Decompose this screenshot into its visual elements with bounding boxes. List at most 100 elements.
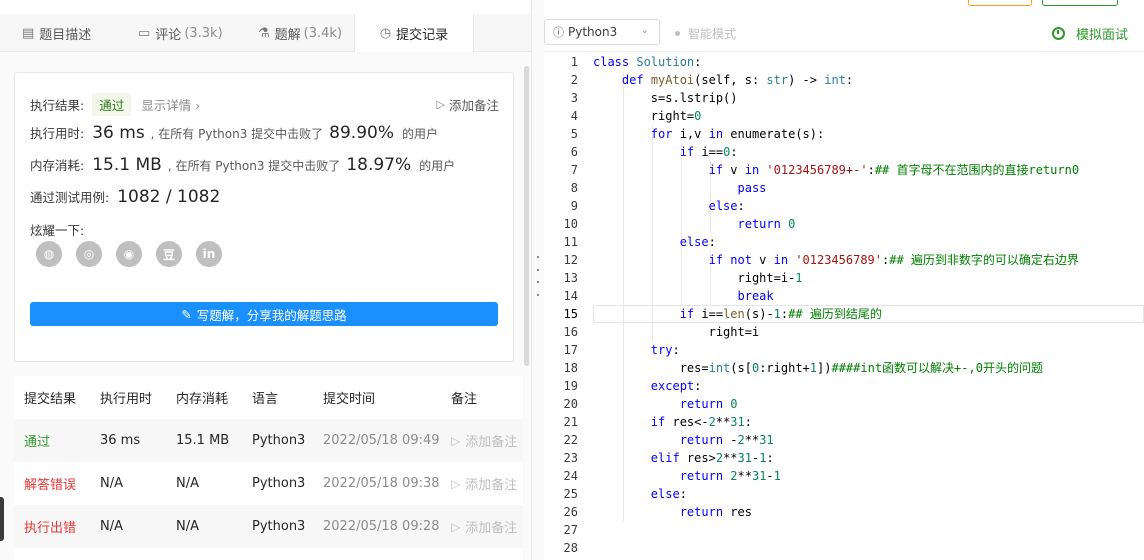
line-number: 15	[563, 307, 578, 321]
line-number: 6	[570, 145, 578, 159]
share-label: 炫耀一下:	[30, 223, 85, 238]
submission-result-card: 执行结果: 通过 显示详情 › ▷ 添加备注 执行用时: 36 ms , 在所有…	[14, 72, 514, 362]
code-line[interactable]: right=i-1	[593, 269, 802, 287]
tab-solutions-label: 题解	[274, 27, 301, 43]
linkedin-icon[interactable]: in	[196, 241, 222, 267]
tab-description[interactable]: ▤ 题目描述	[22, 14, 91, 52]
share-icons: ◍ ◎ ◉ 豆 in	[36, 241, 222, 267]
line-number: 7	[570, 163, 578, 177]
code-line[interactable]: break	[593, 287, 774, 305]
code-token: :	[694, 379, 702, 393]
code-line[interactable]: class Solution:	[593, 53, 701, 71]
smart-mode-toggle[interactable]: 智能模式	[675, 25, 736, 42]
code-line[interactable]: elif res>2**31-1:	[593, 449, 774, 467]
table-row[interactable]: 执行出错 N/A N/A Python3 2022/05/18 09:28 ▷ 添加备注	[14, 505, 523, 548]
code-token: :	[845, 73, 854, 87]
code-line[interactable]: for i,v in enumerate(s):	[593, 125, 824, 143]
divider-grip-icon[interactable]	[537, 256, 539, 296]
code-line[interactable]: return res	[593, 503, 752, 521]
code-line[interactable]: if not v in '0123456789':## 遍历到非数字的可以确定右…	[593, 251, 1079, 269]
code-line[interactable]: return 2**31-1	[593, 467, 781, 485]
tab-solutions[interactable]: ⚗ 题解 (3.4k)	[258, 14, 342, 52]
code-line[interactable]: def myAtoi(self, s: str) -> int:	[593, 71, 853, 89]
code-token: if	[708, 163, 731, 177]
language-select[interactable]: ⓘ Python3 ⌄	[544, 19, 660, 45]
code-token: right=	[593, 109, 695, 123]
weibo-icon[interactable]: ◎	[76, 241, 102, 267]
tab-solutions-count: (3.4k)	[303, 25, 343, 41]
code-token: break	[737, 289, 774, 303]
code-token: -	[766, 469, 774, 483]
code-line[interactable]: if v in '0123456789+-':## 首字母不在范围内的直接ret…	[593, 161, 1079, 179]
code-line[interactable]: return 0	[593, 215, 796, 233]
table-row[interactable]: 通过 36 ms 15.1 MB Python3 2022/05/18 09:49 ▷ 添加…	[14, 419, 523, 462]
mock-interview-button[interactable]: 模拟面试	[1051, 24, 1128, 43]
code-line[interactable]: else:	[593, 485, 687, 503]
code-line[interactable]: res=int(s[0:right+1])####int函数可以解决+-,0开头…	[593, 359, 1043, 377]
code-token: (s)-	[744, 307, 774, 321]
code-line[interactable]: return 0	[593, 395, 738, 413]
code-editor[interactable]: 1 2 3 4 5 6 7 8 9 10 11 12 13 14 15 16 17 18 19 20 21 22 23 24 2…	[544, 52, 1144, 560]
side-handle[interactable]	[0, 497, 4, 541]
code-token: (s[	[730, 361, 752, 375]
tab-submissions[interactable]: ◷ 提交记录	[354, 14, 474, 52]
douban-icon[interactable]: 豆	[156, 241, 182, 267]
add-note-label: 添加备注	[448, 98, 499, 113]
wechat-icon[interactable]: ◍	[36, 241, 62, 267]
code-token: return	[679, 397, 731, 411]
code-token: in	[708, 127, 731, 141]
add-note-cell[interactable]: ▷ 添加备注	[451, 431, 517, 451]
pencil-icon: ✎	[181, 306, 192, 322]
code-line[interactable]: right=i	[593, 323, 760, 341]
code-line[interactable]: return -2**31	[593, 431, 774, 449]
table-row[interactable]: 解答错误 N/A N/A Python3 2022/05/18 09:38 ▷ 添加备注	[14, 462, 523, 505]
code-token: i==	[701, 145, 724, 159]
code-token: ])	[817, 361, 832, 375]
result-cell[interactable]: 解答错误	[24, 474, 76, 493]
code-line[interactable]: if res<-2**31:	[593, 413, 752, 431]
code-token: 1	[809, 361, 818, 375]
result-cell[interactable]: 执行出错	[24, 517, 76, 536]
code-line[interactable]: try:	[593, 341, 680, 359]
code-token: return	[679, 433, 731, 447]
code-line[interactable]: pass	[593, 179, 767, 197]
add-note-cell[interactable]: ▷ 添加备注	[451, 517, 517, 537]
qq-icon[interactable]: ◉	[116, 241, 142, 267]
top-button-green[interactable]	[1042, 0, 1118, 6]
code-token: right=i-	[593, 271, 796, 285]
line-number: 11	[563, 235, 578, 249]
write-solution-label: 写题解，分享我的解题思路	[196, 307, 347, 323]
code-line[interactable]: else:	[593, 233, 716, 251]
result-cell[interactable]: 通过	[24, 431, 50, 450]
tab-comments-count: (3.3k)	[184, 25, 223, 41]
code-token: 1	[773, 307, 781, 321]
memory-label: 内存消耗:	[30, 158, 85, 173]
show-details-link[interactable]: 显示详情 ›	[141, 95, 200, 114]
code-line[interactable]: if i==0:	[593, 143, 738, 161]
code-area[interactable]: class Solution: def myAtoi(self, s: str)…	[593, 52, 1144, 560]
add-note-cell[interactable]: ▷ 添加备注	[451, 474, 517, 494]
code-line[interactable]: right=0	[593, 107, 702, 125]
code-token: -	[730, 433, 738, 447]
line-number: 27	[563, 523, 578, 537]
code-line[interactable]: s=s.lstrip()	[593, 89, 738, 107]
add-note-button[interactable]: ▷ 添加备注	[437, 95, 499, 114]
top-button-orange[interactable]	[968, 0, 1032, 6]
code-token: ) ->	[788, 73, 825, 87]
tab-comments[interactable]: ▭ 评论 (3.3k)	[138, 14, 223, 52]
line-number: 21	[563, 415, 578, 429]
code-line[interactable]: if i==len(s)-1:## 遍历到结尾的	[593, 305, 882, 323]
code-line[interactable]: else:	[593, 197, 745, 215]
status-badge: 通过	[92, 93, 132, 116]
code-token: len	[723, 307, 745, 321]
write-solution-button[interactable]: ✎ 写题解，分享我的解题思路	[30, 302, 498, 326]
memory-value: 15.1 MB	[92, 155, 162, 175]
flask-icon: ⚗	[258, 25, 270, 41]
code-token: 0	[730, 397, 738, 411]
runtime-cell: 36 ms	[100, 433, 141, 448]
code-line[interactable]: except:	[593, 377, 702, 395]
panel-scrollbar[interactable]	[524, 66, 529, 366]
language-cell: Python3	[252, 433, 306, 448]
